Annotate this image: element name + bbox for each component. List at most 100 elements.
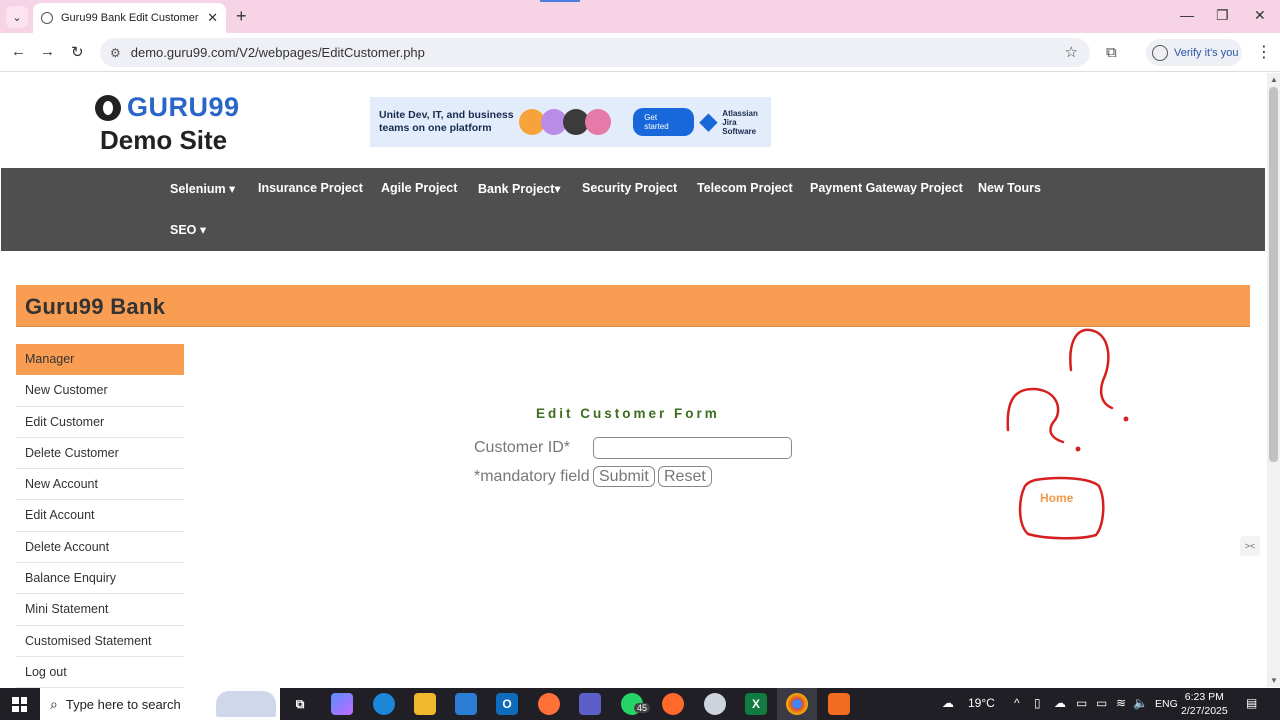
browser-menu-icon[interactable]: ⋮ [1256,42,1272,62]
address-bar[interactable]: ⚙ demo.guru99.com/V2/webpages/EditCustom… [100,38,1090,67]
weather-temp[interactable]: 19°C [968,696,995,710]
sidebar-item-new-customer[interactable]: New Customer [16,375,184,407]
nav-selenium[interactable]: Selenium ▾ [170,181,235,196]
edge-icon[interactable] [373,693,395,715]
maximize-icon[interactable]: ❐ [1216,7,1229,24]
minimize-icon[interactable]: — [1180,7,1194,23]
tray-app-icon[interactable]: ▯ [1034,696,1041,710]
search-highlight-image [216,691,276,717]
nav-insurance-project[interactable]: Insurance Project [258,181,363,195]
chrome-icon[interactable] [786,693,808,715]
guru99-logo-icon [95,94,121,121]
main-navbar: Selenium ▾ Insurance Project Agile Proje… [1,168,1265,251]
reload-icon[interactable]: ↻ [71,43,84,61]
bookmark-star-icon[interactable]: ☆ [1065,43,1078,61]
reader-icon[interactable] [828,693,850,715]
search-icon: ⌕ [50,695,58,712]
floating-assistant-icon[interactable]: >< [1240,536,1260,556]
microsoft-store-icon[interactable] [455,693,477,715]
nav-new-tours[interactable]: New Tours [978,181,1041,195]
file-explorer-icon[interactable] [414,693,436,715]
onedrive-icon[interactable]: ☁ [1054,696,1066,710]
ad-brand: Atlassian Jira Software [698,108,771,136]
taskbar-search[interactable]: ⌕ Type here to search [40,688,280,720]
copilot-icon[interactable] [331,693,353,715]
nav-security-project[interactable]: Security Project [582,181,677,195]
scroll-thumb[interactable] [1269,87,1278,462]
verify-identity-button[interactable]: Verify it's you [1146,39,1242,66]
bank-header: Guru99 Bank [16,285,1250,327]
reset-button[interactable]: Reset [658,466,712,487]
tab-search-dropdown-icon[interactable]: ⌄ [6,6,28,28]
app-icon[interactable] [704,693,726,715]
annotation-question-mark-large [1069,328,1114,410]
clock-time: 6:23 PM [1184,691,1224,703]
teams-icon[interactable] [579,693,601,715]
sidebar-item-log-out[interactable]: Log out [16,657,184,689]
clock-date: 2/27/2025 [1181,705,1228,717]
sidebar-item-edit-account[interactable]: Edit Account [16,500,184,532]
sidebar-item-mini-statement[interactable]: Mini Statement [16,594,184,626]
nav-bank-project[interactable]: Bank Project▾ [478,181,561,196]
tab-title: Guru99 Bank Edit Customer Pa [61,12,202,24]
firefox-icon[interactable] [538,693,560,715]
close-tab-icon[interactable]: ✕ [207,10,218,26]
battery-icon[interactable]: ▭ [1096,696,1107,710]
site-info-icon[interactable]: ⚙ [110,46,121,60]
customer-id-label: Customer ID* [474,439,571,456]
verify-label: Verify it's you [1174,46,1239,59]
wifi-icon[interactable]: ≋ [1116,696,1126,710]
taskbar-clock[interactable]: 6:23 PM 2/27/2025 [1181,690,1228,718]
nav-payment-gateway-project[interactable]: Payment Gateway Project [810,181,963,195]
annotation-circle-home [1018,476,1105,540]
submit-button[interactable]: Submit [593,466,655,487]
home-link[interactable]: Home [1040,491,1073,505]
site-logo[interactable]: GURU99 Demo Site [95,92,240,156]
nav-agile-project[interactable]: Agile Project [381,181,457,195]
ad-banner[interactable]: Unite Dev, IT, and business teams on one… [370,97,771,147]
annotation-dot-large [1123,416,1129,422]
postman-icon[interactable] [662,693,684,715]
windows-start-icon[interactable] [12,697,27,712]
excel-icon[interactable]: X [745,693,767,715]
customer-id-input[interactable] [593,437,792,459]
logo-text: GURU99 [127,92,240,122]
sidebar-item-customised-statement[interactable]: Customised Statement [16,626,184,657]
profile-icon [1152,44,1168,61]
back-icon[interactable]: ← [11,43,26,60]
sidebar-item-balance-enquiry[interactable]: Balance Enquiry [16,563,184,595]
task-view-icon[interactable]: ⧉ [289,693,311,715]
close-window-icon[interactable]: ✕ [1254,7,1266,24]
bank-title: Guru99 Bank [25,294,166,319]
volume-icon[interactable]: 🔈 [1133,696,1148,710]
ad-brand-line1: Atlassian [722,108,758,118]
jira-logo-icon [698,112,718,132]
ad-text: Unite Dev, IT, and business teams on one… [379,109,514,134]
annotation-dot-small [1075,446,1081,452]
forward-icon[interactable]: → [40,43,55,60]
sidebar-item-new-account[interactable]: New Account [16,469,184,501]
whatsapp-badge: 45 [634,703,651,713]
tray-device-icon[interactable]: ▭ [1076,696,1087,710]
outlook-icon[interactable]: O [496,693,518,715]
language-indicator[interactable]: ENG [1155,698,1178,710]
sidebar-item-manager[interactable]: Manager [16,344,184,376]
sidebar-item-edit-customer[interactable]: Edit Customer [16,407,184,438]
nav-telecom-project[interactable]: Telecom Project [697,181,793,195]
new-tab-icon[interactable]: + [236,6,247,27]
nav-seo[interactable]: SEO ▾ [170,222,206,237]
weather-icon[interactable]: ☁ [942,696,954,710]
page-scrollbar[interactable]: ▲ ▼ [1267,73,1280,687]
browser-tab[interactable]: Guru99 Bank Edit Customer Pa ✕ [33,3,226,33]
ad-people-image [519,109,612,135]
notification-icon[interactable]: ▤ [1246,696,1257,710]
scroll-down-icon[interactable]: ▼ [1270,676,1278,685]
browser-tab-strip: ⌄ Guru99 Bank Edit Customer Pa ✕ + — ❐ ✕ [0,0,1280,33]
tray-chevron-icon[interactable]: ^ [1014,696,1020,710]
ad-cta-button[interactable]: Get started [633,108,694,136]
sidebar-item-delete-account[interactable]: Delete Account [16,532,184,564]
scroll-up-icon[interactable]: ▲ [1270,75,1278,84]
extensions-icon[interactable]: ⧉ [1106,44,1117,61]
sidebar-item-delete-customer[interactable]: Delete Customer [16,438,184,470]
manager-sidebar: Manager New Customer Edit Customer Delet… [16,344,184,689]
